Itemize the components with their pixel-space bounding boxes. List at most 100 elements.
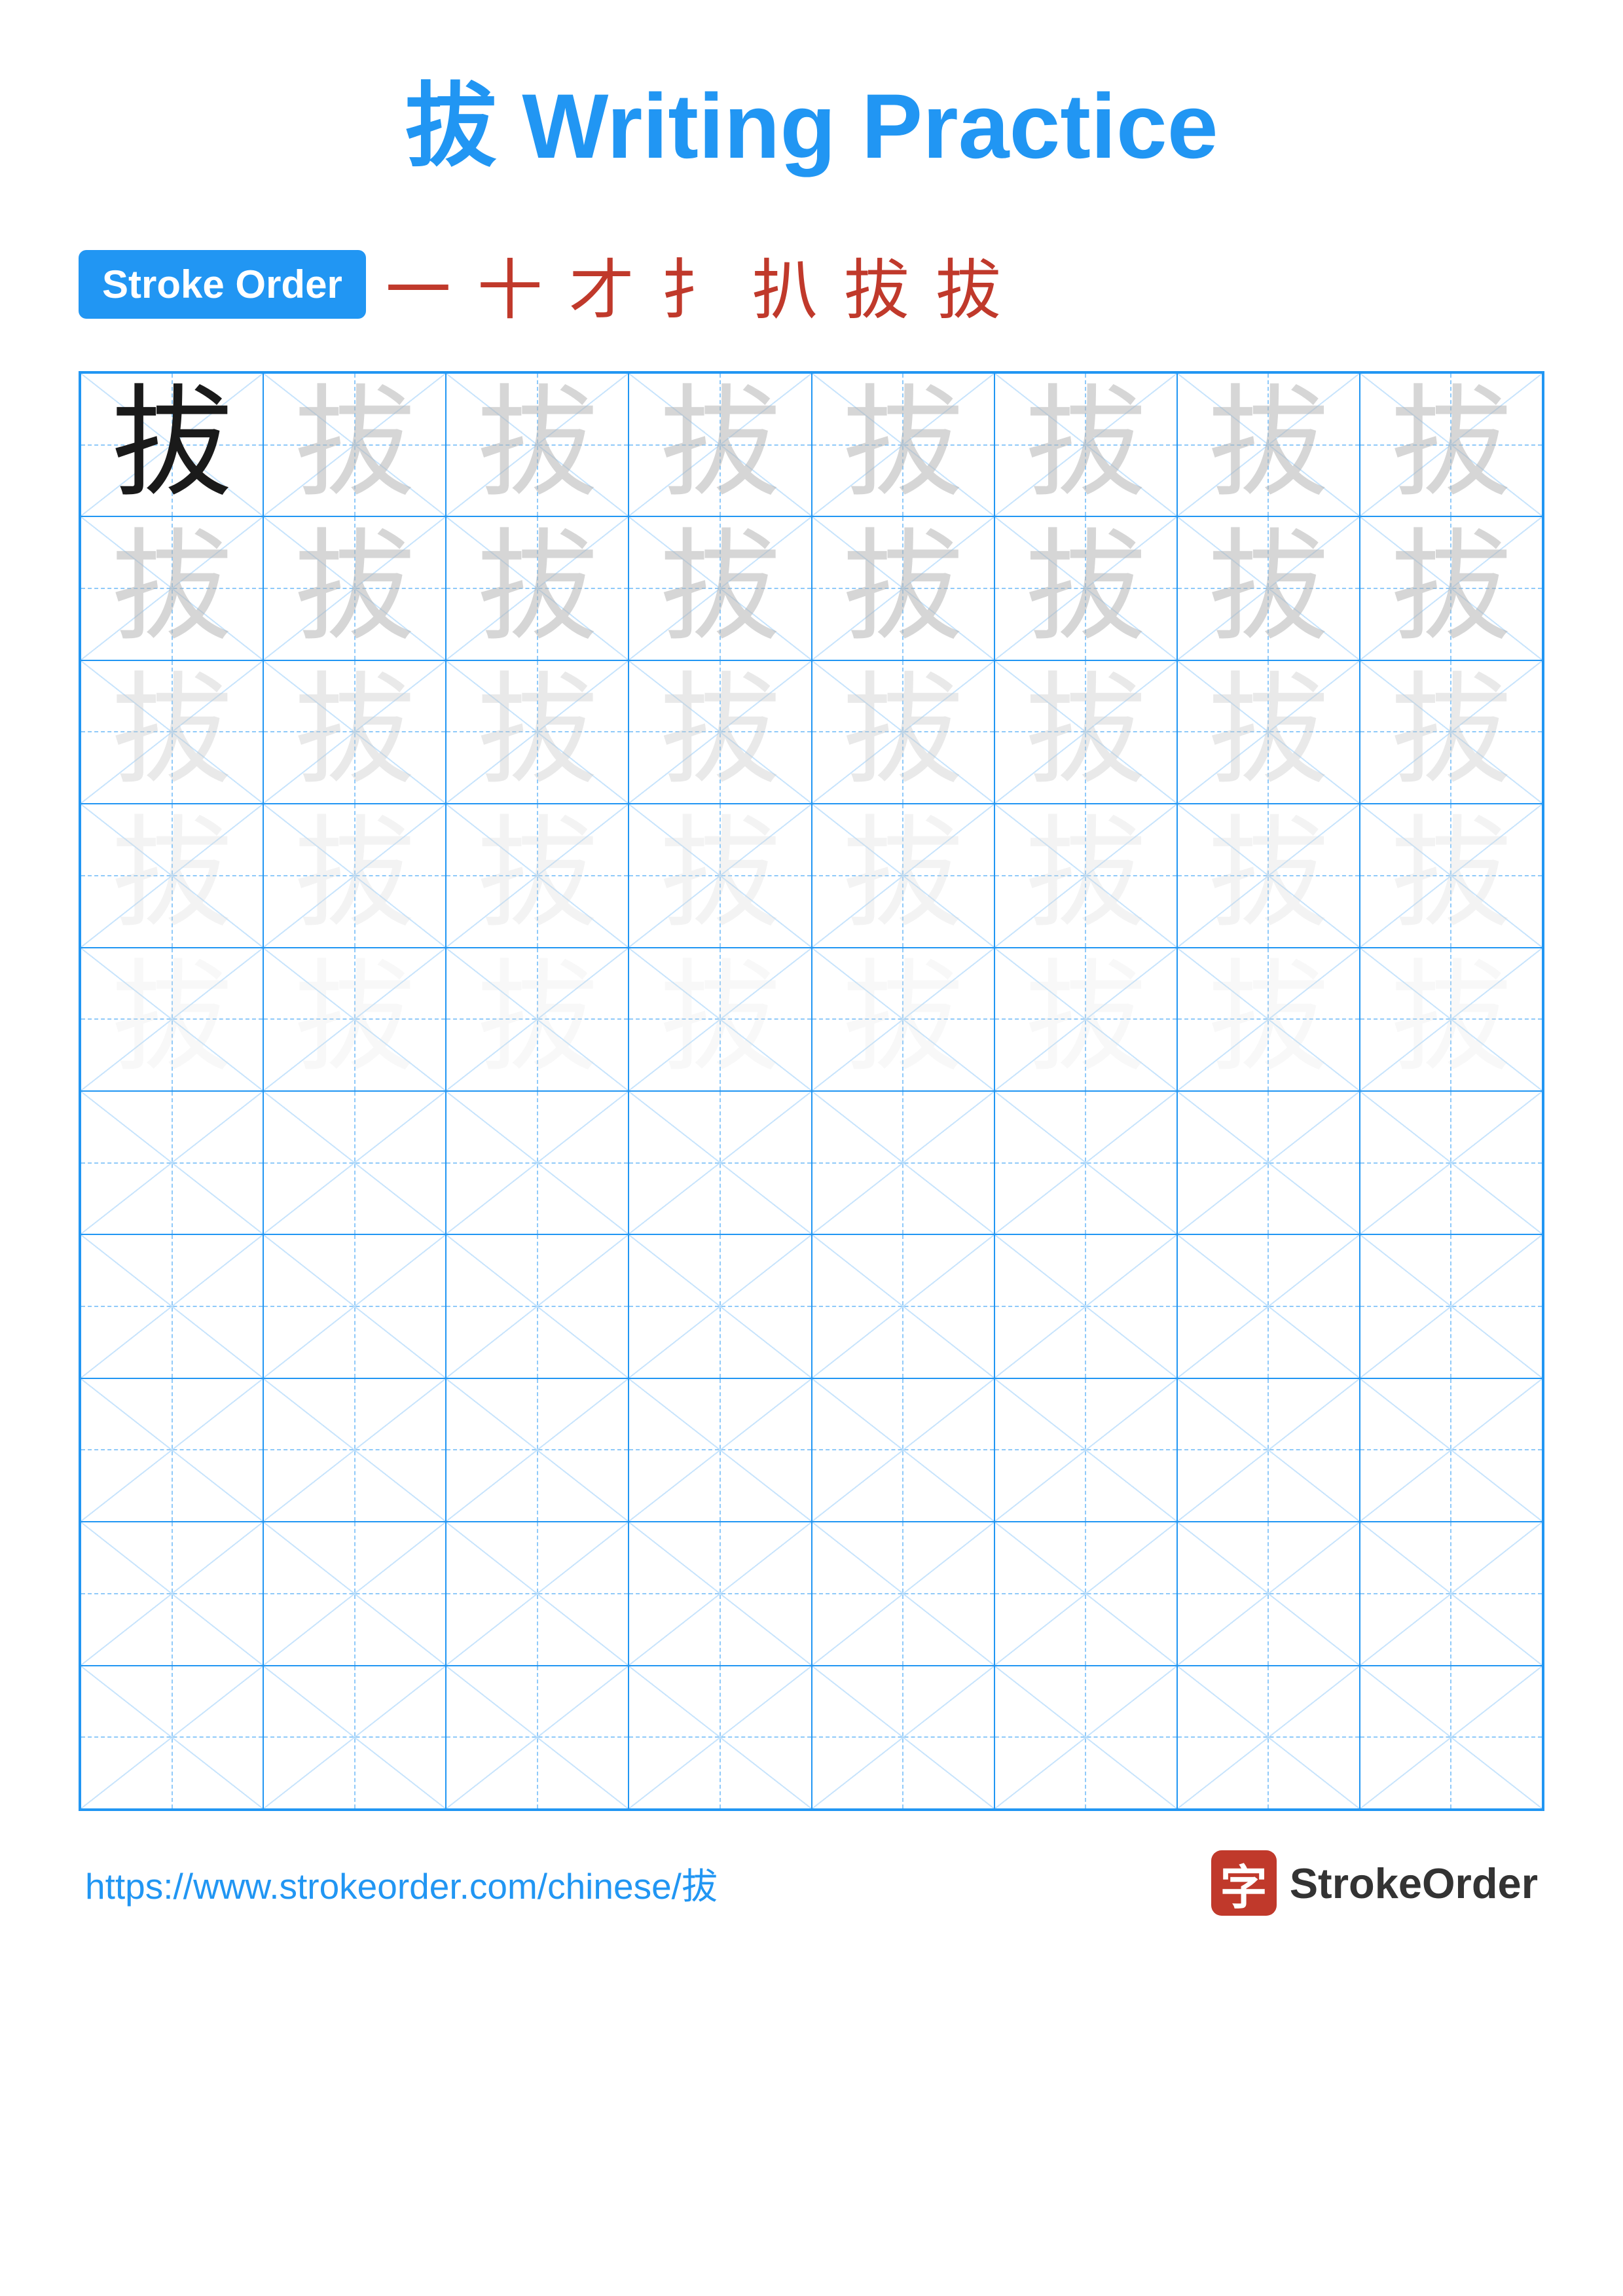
practice-cell[interactable]: [1360, 1234, 1542, 1378]
practice-cell[interactable]: [1360, 1522, 1542, 1665]
grid-cell: 拔: [629, 804, 811, 947]
footer-logo: 字 StrokeOrder: [1211, 1850, 1538, 1916]
practice-cell[interactable]: [812, 1522, 994, 1665]
v-dash: [1085, 1235, 1086, 1377]
footer-logo-text: StrokeOrder: [1290, 1859, 1538, 1908]
v-dash: [1085, 1522, 1086, 1664]
practice-char: 拔: [477, 815, 598, 936]
v-dash: [902, 1666, 903, 1808]
grid-cell: 拔: [812, 804, 994, 947]
practice-char: 拔: [477, 959, 598, 1080]
practice-char: 拔: [659, 672, 780, 793]
practice-cell[interactable]: [81, 1666, 263, 1809]
grid-cell: 拔: [263, 804, 446, 947]
practice-cell[interactable]: [994, 1378, 1177, 1522]
stroke-7: 拔: [936, 237, 1001, 332]
v-dash: [902, 1522, 903, 1664]
v-dash: [537, 1092, 538, 1234]
grid-cell: 拔: [446, 660, 629, 804]
practice-char: 拔: [294, 672, 415, 793]
v-dash: [1450, 1379, 1451, 1521]
practice-char: 拔: [1025, 528, 1146, 649]
practice-cell[interactable]: [1177, 1666, 1360, 1809]
practice-char: 拔: [477, 384, 598, 505]
practice-cell[interactable]: [263, 1091, 446, 1234]
practice-char: 拔: [1208, 672, 1329, 793]
practice-char: 拔: [294, 815, 415, 936]
strokeorder-logo-icon: 字: [1211, 1850, 1277, 1916]
grid-cell: 拔: [81, 804, 263, 947]
practice-cell[interactable]: [81, 1522, 263, 1665]
practice-cell[interactable]: [629, 1666, 811, 1809]
practice-char: 拔: [843, 672, 964, 793]
practice-cell[interactable]: [812, 1091, 994, 1234]
practice-cell[interactable]: [1177, 1091, 1360, 1234]
v-dash: [1267, 1666, 1269, 1808]
practice-cell[interactable]: [446, 1522, 629, 1665]
practice-cell[interactable]: [446, 1234, 629, 1378]
practice-char: 拔: [111, 528, 232, 649]
v-dash: [354, 1379, 356, 1521]
practice-cell[interactable]: [812, 1666, 994, 1809]
grid-cell: 拔: [263, 373, 446, 516]
practice-cell[interactable]: [1177, 1522, 1360, 1665]
v-dash: [537, 1379, 538, 1521]
v-dash: [537, 1522, 538, 1664]
practice-cell[interactable]: [446, 1378, 629, 1522]
practice-cell[interactable]: [629, 1234, 811, 1378]
practice-char: 拔: [659, 959, 780, 1080]
practice-char: 拔: [843, 815, 964, 936]
page-title: 拔 Writing Practice: [405, 52, 1218, 185]
practice-cell[interactable]: [446, 1666, 629, 1809]
footer: https://www.strokeorder.com/chinese/拔 字 …: [79, 1850, 1544, 1916]
practice-cell[interactable]: [812, 1234, 994, 1378]
practice-char: 拔: [111, 959, 232, 1080]
v-dash: [1450, 1522, 1451, 1664]
practice-cell[interactable]: [629, 1378, 811, 1522]
practice-cell[interactable]: [1360, 1666, 1542, 1809]
practice-cell[interactable]: [263, 1234, 446, 1378]
practice-char: 拔: [659, 384, 780, 505]
practice-cell[interactable]: [994, 1091, 1177, 1234]
v-dash: [902, 1235, 903, 1377]
v-dash: [172, 1522, 173, 1664]
grid-cell: 拔: [812, 373, 994, 516]
grid-cell: 拔: [81, 660, 263, 804]
practice-cell[interactable]: [81, 1234, 263, 1378]
stroke-2: 十: [477, 237, 543, 332]
practice-cell[interactable]: [81, 1091, 263, 1234]
practice-cell[interactable]: [629, 1522, 811, 1665]
practice-cell[interactable]: [1177, 1378, 1360, 1522]
title-suffix: Writing Practice: [496, 75, 1218, 177]
v-dash: [537, 1235, 538, 1377]
practice-cell[interactable]: [994, 1522, 1177, 1665]
practice-cell[interactable]: [263, 1378, 446, 1522]
v-dash: [354, 1235, 356, 1377]
practice-cell[interactable]: [994, 1666, 1177, 1809]
practice-char: 拔: [659, 528, 780, 649]
practice-cell[interactable]: [263, 1666, 446, 1809]
practice-cell[interactable]: [81, 1378, 263, 1522]
practice-cell[interactable]: [446, 1091, 629, 1234]
v-dash: [354, 1522, 356, 1664]
practice-char: 拔: [1025, 672, 1146, 793]
practice-cell[interactable]: [1177, 1234, 1360, 1378]
grid-cell: 拔: [263, 948, 446, 1091]
v-dash: [902, 1092, 903, 1234]
practice-cell[interactable]: [994, 1234, 1177, 1378]
logo-char: 字: [1220, 1849, 1267, 1918]
v-dash: [1267, 1379, 1269, 1521]
grid-cell: 拔: [1177, 948, 1360, 1091]
practice-char: 拔: [843, 959, 964, 1080]
grid-cell: 拔: [263, 660, 446, 804]
practice-cell[interactable]: [812, 1378, 994, 1522]
v-dash: [720, 1666, 721, 1808]
practice-cell[interactable]: [263, 1522, 446, 1665]
practice-cell[interactable]: [629, 1091, 811, 1234]
grid-cell: 拔: [1177, 660, 1360, 804]
practice-cell[interactable]: [1360, 1378, 1542, 1522]
footer-url[interactable]: https://www.strokeorder.com/chinese/拔: [85, 1857, 718, 1909]
v-dash: [720, 1379, 721, 1521]
grid-cell: 拔: [446, 804, 629, 947]
practice-cell[interactable]: [1360, 1091, 1542, 1234]
